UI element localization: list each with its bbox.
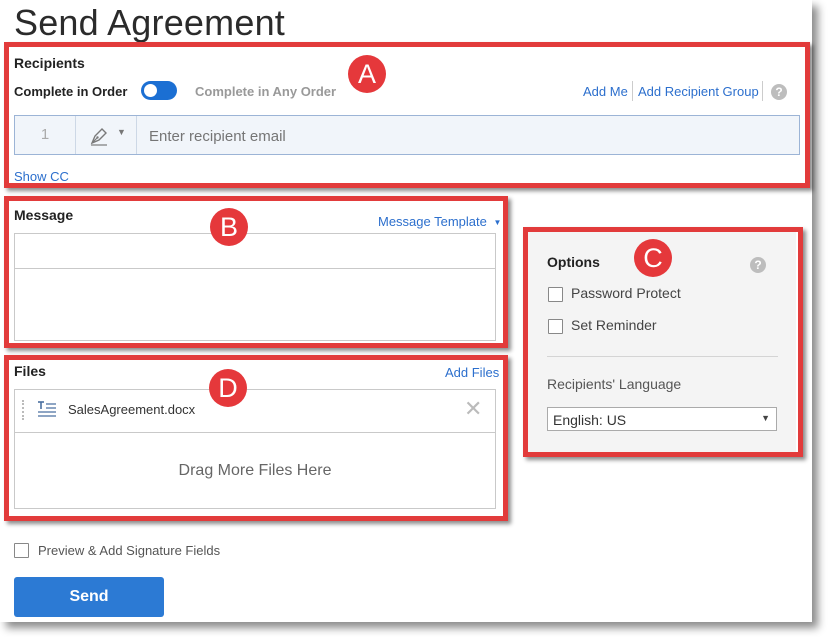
- caret-down-icon: ▼: [761, 413, 770, 423]
- remove-file-icon[interactable]: ✕: [464, 398, 482, 420]
- order-toggle[interactable]: [141, 81, 177, 100]
- recipients-language-label: Recipients' Language: [547, 376, 682, 392]
- options-label: Options: [547, 254, 600, 270]
- show-cc-link[interactable]: Show CC: [14, 169, 69, 184]
- preview-signature-checkbox[interactable]: [14, 543, 29, 558]
- signer-role-dropdown[interactable]: ▼: [76, 116, 137, 154]
- add-me-link[interactable]: Add Me: [583, 84, 628, 99]
- caret-down-icon: ▼: [117, 127, 126, 137]
- files-label: Files: [14, 363, 46, 379]
- drop-zone-text: Drag More Files Here: [178, 462, 332, 479]
- send-button-label: Send: [69, 588, 109, 605]
- language-select[interactable]: English: US ▼: [547, 407, 777, 431]
- complete-in-order-label: Complete in Order: [14, 84, 128, 99]
- recipient-email-input[interactable]: [147, 122, 751, 150]
- page-title: Send Agreement: [14, 2, 285, 43]
- language-select-value: English: US: [553, 412, 627, 428]
- message-template-dropdown[interactable]: Message Template ▼: [378, 214, 501, 229]
- message-subject-field[interactable]: [14, 233, 496, 269]
- pen-icon: [90, 128, 107, 146]
- message-label: Message: [14, 207, 74, 223]
- password-protect-checkbox[interactable]: [548, 287, 563, 302]
- add-recipient-group-link[interactable]: Add Recipient Group: [638, 84, 759, 99]
- divider: [632, 81, 633, 101]
- callout-d: D: [209, 369, 247, 407]
- document-icon: [38, 401, 56, 417]
- file-name: SalesAgreement.docx: [68, 402, 196, 417]
- set-reminder-label: Set Reminder: [571, 317, 657, 333]
- recipients-label: Recipients: [14, 55, 85, 71]
- options-help-icon[interactable]: ?: [750, 257, 766, 273]
- callout-a: A: [348, 55, 386, 93]
- order-toggle-knob: [144, 84, 157, 97]
- callout-b: B: [210, 208, 248, 246]
- help-icon[interactable]: ?: [771, 84, 787, 100]
- callout-c: C: [634, 239, 672, 277]
- recipient-row: 1 ▼: [14, 115, 800, 155]
- send-button[interactable]: Send: [14, 577, 164, 617]
- divider: [762, 81, 763, 101]
- file-drop-zone[interactable]: Drag More Files Here: [15, 433, 495, 508]
- recipient-number: 1: [15, 116, 76, 154]
- complete-any-order-label[interactable]: Complete in Any Order: [195, 84, 336, 99]
- set-reminder-checkbox[interactable]: [548, 319, 563, 334]
- file-item[interactable]: SalesAgreement.docx ✕: [15, 390, 495, 433]
- drag-handle-icon[interactable]: [22, 400, 26, 420]
- message-body-field[interactable]: [14, 268, 496, 341]
- caret-down-icon: ▼: [493, 218, 502, 227]
- file-list: SalesAgreement.docx ✕ Drag More Files He…: [14, 389, 496, 509]
- add-files-link[interactable]: Add Files: [445, 365, 499, 380]
- preview-signature-label: Preview & Add Signature Fields: [38, 543, 221, 558]
- options-divider: [547, 356, 778, 357]
- password-protect-label: Password Protect: [571, 285, 681, 301]
- message-template-label: Message Template: [378, 214, 487, 229]
